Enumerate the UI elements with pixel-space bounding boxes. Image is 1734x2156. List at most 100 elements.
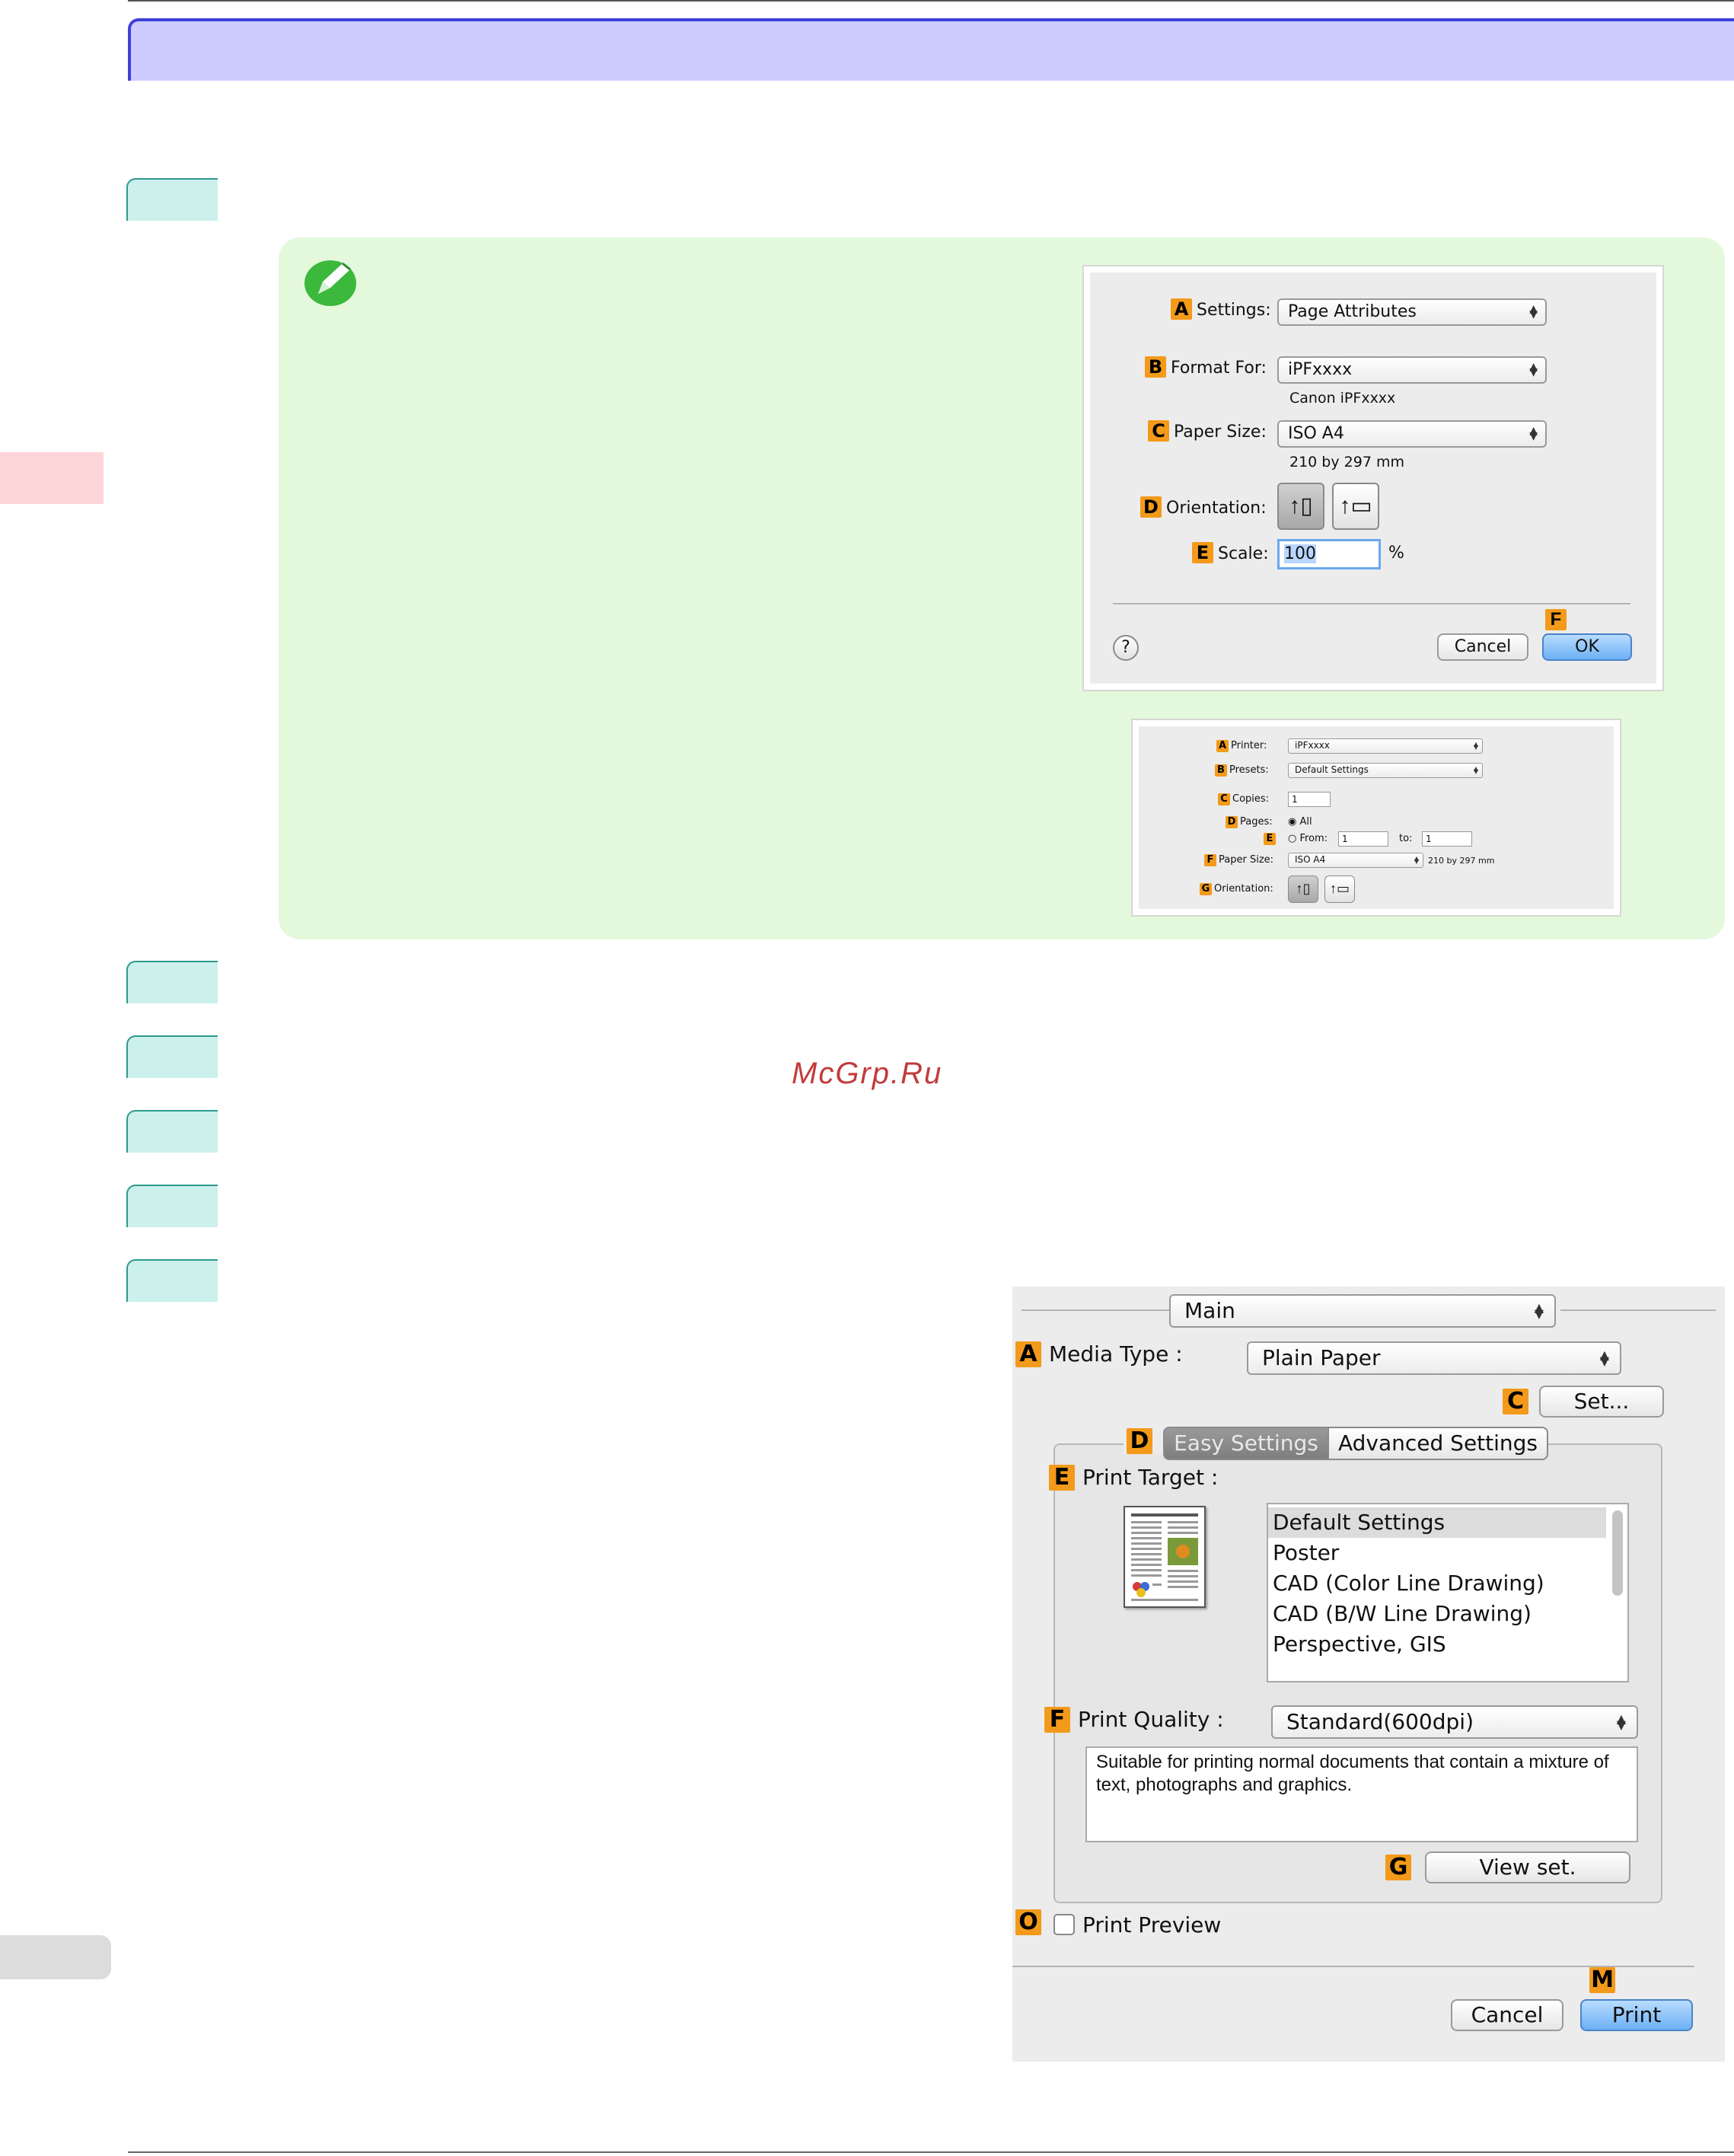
orientation-portrait-button[interactable]: ↑▯	[1277, 483, 1324, 530]
popup-arrows-icon: ▲ ▼	[1529, 361, 1538, 378]
list-item[interactable]: CAD (Color Line Drawing)	[1268, 1568, 1606, 1599]
document-thumbnail-icon	[1131, 1513, 1198, 1601]
presets-popup[interactable]: Default Settings ▲ ▼	[1288, 763, 1483, 778]
pages-from-radio[interactable]: ○ From:	[1288, 833, 1328, 844]
paper-size-label: C Paper Size:	[1148, 420, 1267, 442]
popup-arrows-icon: ▲ ▼	[1414, 855, 1419, 865]
step-tab-2	[126, 961, 218, 1003]
list-item[interactable]: Perspective, GIS	[1268, 1629, 1606, 1660]
copies-input[interactable]: 1	[1288, 792, 1331, 807]
step-tab-6	[126, 1259, 218, 1302]
print-target-preview-thumbnail	[1124, 1506, 1206, 1608]
print-dialog-small: A Printer: iPFxxxx ▲ ▼ B Presets: Default Se…	[1133, 720, 1620, 915]
step-tab-5	[126, 1185, 218, 1227]
cancel-button[interactable]: Cancel	[1451, 1999, 1563, 2031]
print-marker: M	[1589, 1967, 1623, 1993]
settings-label: A Settings:	[1171, 298, 1271, 320]
format-for-popup[interactable]: iPFxxxx ▲ ▼	[1277, 356, 1547, 384]
list-item[interactable]: Poster	[1268, 1538, 1606, 1568]
settings-popup[interactable]: Page Attributes ▲ ▼	[1277, 298, 1547, 326]
orientation-landscape-button[interactable]: ↑▭	[1324, 875, 1355, 903]
popup-arrows-icon: ▲ ▼	[1473, 741, 1478, 751]
section-title-bar	[128, 18, 1734, 81]
radio-empty-icon: ○	[1288, 833, 1297, 844]
panel-separator-left	[1022, 1309, 1174, 1311]
pages-label: D Pages:	[1226, 816, 1273, 828]
range-marker: E	[1264, 833, 1278, 845]
print-quality-description: Suitable for printing normal documents t…	[1085, 1746, 1638, 1842]
print-target-label: E Print Target :	[1049, 1465, 1218, 1491]
dialog-separator	[1113, 603, 1630, 604]
paper-size-detail: 210 by 297 mm	[1428, 856, 1495, 866]
ok-button[interactable]: OK	[1542, 633, 1632, 661]
paper-size-label: F Paper Size:	[1204, 854, 1273, 866]
print-quality-popup[interactable]: Standard(600dpi) ▲ ▼	[1271, 1705, 1638, 1739]
chapter-index-tab	[0, 452, 104, 504]
print-target-list[interactable]: Default Settings Poster CAD (Color Line Dr…	[1267, 1503, 1629, 1682]
help-button[interactable]: ?	[1113, 635, 1139, 661]
print-button[interactable]: Print	[1580, 1999, 1693, 2031]
popup-arrows-icon: ▲ ▼	[1616, 1711, 1626, 1732]
landscape-icon: ↑▭	[1339, 493, 1372, 518]
copies-label: C Copies:	[1218, 793, 1269, 805]
tabs-marker: D	[1124, 1428, 1163, 1454]
note-pencil-icon	[304, 260, 356, 306]
print-dialog-main: Main ▲ ▼ A Media Type : Plain Paper ▲ ▼ C Set…	[1012, 1287, 1725, 2062]
page-setup-dialog: A Settings: Page Attributes ▲ ▼ B Format For…	[1084, 266, 1662, 690]
popup-arrows-icon: ▲ ▼	[1529, 303, 1538, 321]
watermark: McGrp.Ru	[792, 1057, 943, 1090]
view-set-button[interactable]: View set.	[1425, 1851, 1630, 1883]
portrait-icon: ↑▯	[1289, 493, 1313, 518]
landscape-icon: ↑▭	[1329, 881, 1350, 896]
list-item[interactable]: Default Settings	[1268, 1507, 1606, 1538]
page-index-tab	[0, 1935, 111, 1979]
printer-popup[interactable]: iPFxxxx ▲ ▼	[1288, 738, 1483, 754]
format-for-detail: Canon iPFxxxx	[1289, 390, 1396, 407]
paper-size-popup[interactable]: ISO A4 ▲ ▼	[1288, 853, 1423, 868]
media-type-popup[interactable]: Plain Paper ▲ ▼	[1247, 1341, 1621, 1375]
popup-arrows-icon: ▲ ▼	[1599, 1348, 1609, 1368]
portrait-icon: ↑▯	[1296, 881, 1311, 896]
popup-arrows-icon: ▲ ▼	[1534, 1300, 1544, 1321]
format-for-label: B Format For:	[1145, 356, 1267, 378]
to-label: to:	[1399, 833, 1413, 844]
ok-marker: F	[1545, 609, 1571, 630]
list-item[interactable]: CAD (B/W Line Drawing)	[1268, 1599, 1606, 1629]
tab-easy-settings[interactable]: Easy Settings	[1163, 1427, 1329, 1460]
radio-selected-icon: ◉	[1288, 816, 1297, 828]
set-button[interactable]: Set...	[1539, 1386, 1664, 1418]
help-icon: ?	[1121, 638, 1130, 657]
orientation-portrait-button[interactable]: ↑▯	[1288, 875, 1318, 903]
orientation-label: D Orientation:	[1140, 496, 1267, 518]
bottom-rule	[128, 2151, 1734, 2153]
step-tab-1	[126, 178, 218, 221]
to-input[interactable]: 1	[1422, 831, 1472, 847]
tab-advanced-settings[interactable]: Advanced Settings	[1328, 1427, 1548, 1460]
panel-popup[interactable]: Main ▲ ▼	[1169, 1294, 1556, 1328]
step-tab-4	[126, 1110, 218, 1153]
presets-label: B Presets:	[1215, 764, 1269, 777]
media-type-label: A Media Type :	[1015, 1341, 1183, 1367]
top-rule	[128, 0, 1734, 2]
list-scrollbar[interactable]	[1612, 1510, 1623, 1596]
paper-size-popup[interactable]: ISO A4 ▲ ▼	[1277, 420, 1547, 448]
cancel-button[interactable]: Cancel	[1437, 633, 1528, 661]
print-quality-label: F Print Quality :	[1044, 1707, 1224, 1733]
view-set-marker: G	[1385, 1855, 1419, 1880]
popup-arrows-icon: ▲ ▼	[1473, 765, 1478, 775]
scale-input[interactable]: 100	[1277, 539, 1381, 569]
printer-label: A Printer:	[1216, 740, 1267, 752]
orientation-landscape-button[interactable]: ↑▭	[1332, 483, 1379, 530]
set-marker: C	[1503, 1389, 1536, 1414]
pages-all-radio[interactable]: ◉ All	[1288, 816, 1312, 828]
print-preview-label: Print Preview	[1082, 1912, 1222, 1938]
popup-arrows-icon: ▲ ▼	[1529, 425, 1538, 442]
scale-unit: %	[1388, 544, 1404, 563]
paper-size-detail: 210 by 297 mm	[1289, 454, 1404, 470]
print-preview-marker: O	[1015, 1909, 1049, 1935]
orientation-label: G Orientation:	[1200, 883, 1273, 895]
panel-separator-right	[1560, 1309, 1716, 1311]
step-tab-3	[126, 1035, 218, 1078]
from-input[interactable]: 1	[1338, 831, 1388, 847]
print-preview-checkbox[interactable]	[1053, 1914, 1075, 1935]
